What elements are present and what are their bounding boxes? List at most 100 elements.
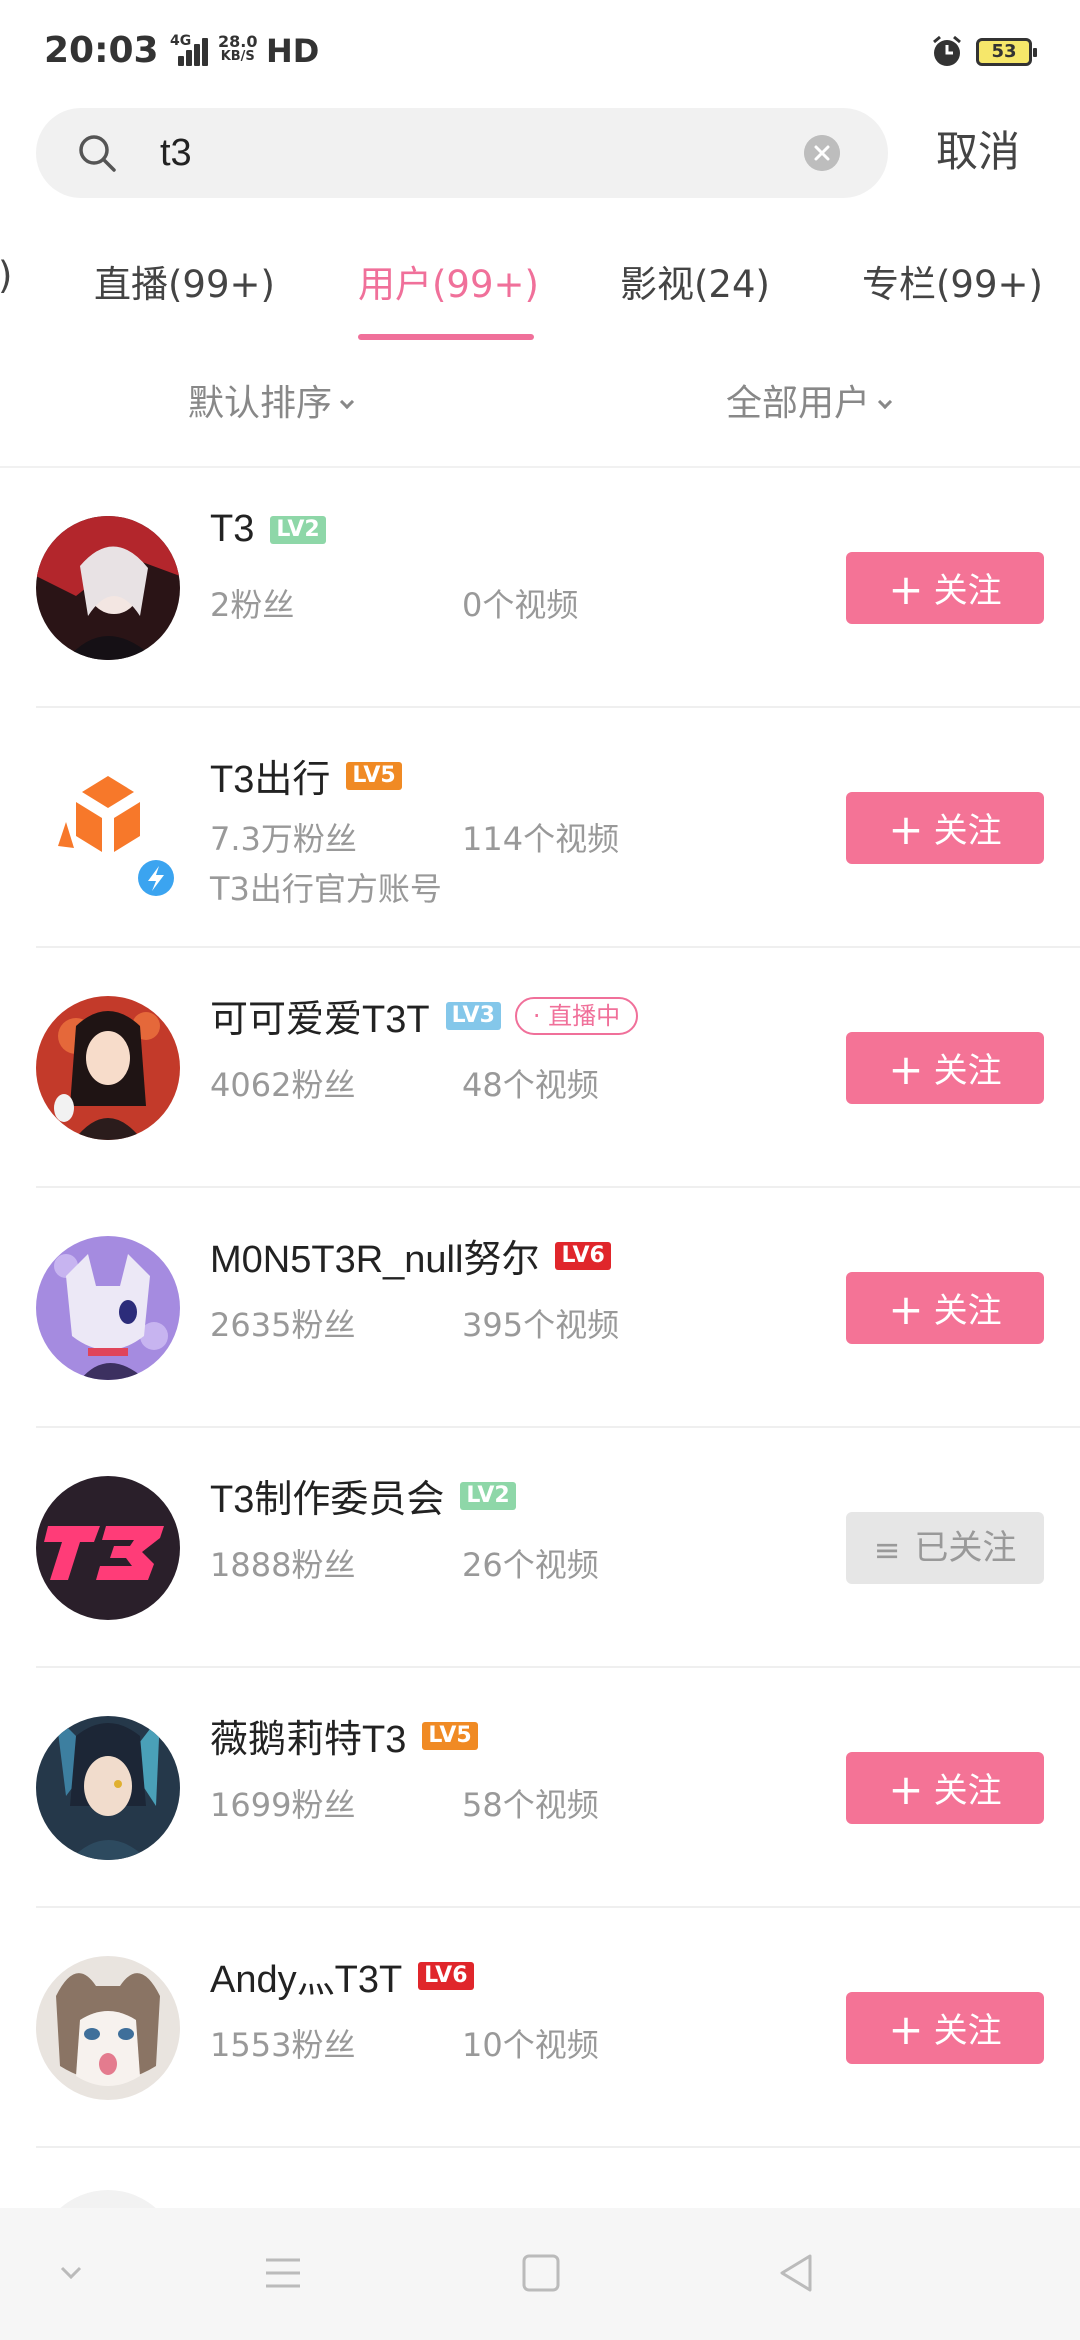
level-badge: LV5	[346, 761, 402, 790]
user-name-line: Andy灬T3T LV6	[210, 1948, 474, 2003]
avatar[interactable]	[36, 1716, 180, 1860]
username[interactable]: M0N5T3R_null努尔	[210, 1228, 539, 1283]
video-count: 0个视频	[462, 586, 579, 624]
fans-count: 1888粉丝	[210, 1546, 356, 1584]
follow-button[interactable]: + 关注	[846, 552, 1044, 624]
home-icon[interactable]	[516, 2248, 566, 2298]
level-badge: LV3	[445, 1001, 501, 1030]
follow-label: 已关注	[914, 1528, 1017, 1568]
fans-count: 1553粉丝	[210, 2026, 356, 2064]
plus-icon: +	[888, 2005, 924, 2054]
avatar[interactable]	[36, 1956, 180, 2100]
follow-label: 关注	[933, 1291, 1002, 1331]
username[interactable]: T3	[210, 508, 254, 551]
fans-count: 1699粉丝	[210, 1786, 356, 1824]
net-speed-value: 28.0	[218, 32, 258, 51]
user-type-filter[interactable]: 全部用户	[726, 374, 893, 426]
tab-movies[interactable]: 影视(24)	[620, 254, 770, 308]
fans-count: 2635粉丝	[210, 1306, 356, 1344]
status-time: 20:03	[44, 30, 159, 71]
signal-icon	[178, 34, 208, 66]
avatar[interactable]	[36, 2190, 180, 2208]
list-item[interactable]: T3 LV2 2粉丝 0个视频 + 关注	[0, 468, 1080, 708]
avatar[interactable]	[36, 516, 180, 660]
user-name-line: 可可爱爱T3T LV3 · 直播中	[210, 988, 639, 1043]
avatar[interactable]	[36, 756, 180, 900]
menu-icon: ≡	[873, 1531, 901, 1569]
search-bar[interactable]	[36, 108, 888, 198]
level-badge: LV6	[418, 1961, 474, 1990]
user-name-line: M0N5T3R_null努尔 LV6	[210, 1228, 611, 1283]
user-description: T3出行官方账号	[210, 870, 442, 908]
hd-indicator: HD	[266, 32, 320, 70]
search-icon	[79, 135, 116, 172]
alarm-icon	[933, 35, 961, 66]
video-count: 48个视频	[462, 1066, 599, 1104]
follow-button[interactable]: + 关注	[846, 1992, 1044, 2064]
plus-icon: +	[888, 1045, 924, 1094]
chevron-down-icon	[877, 394, 893, 410]
plus-icon: +	[888, 1765, 924, 1814]
follow-button[interactable]: + 关注	[846, 1032, 1044, 1104]
level-badge: LV5	[422, 1721, 478, 1750]
follow-button[interactable]: + 关注	[846, 1752, 1044, 1824]
tab-users[interactable]: 用户(99+)	[358, 254, 539, 308]
list-item[interactable]: T3制作委员会 LV2 1888粉丝 26个视频 ≡ 已关注	[0, 1428, 1080, 1668]
tab-previous[interactable]: )	[0, 254, 12, 297]
username[interactable]: 可可爱爱T3T	[210, 988, 430, 1043]
sort-filter[interactable]: 默认排序	[188, 374, 355, 426]
user-name-line: T3 LV2	[210, 508, 326, 551]
follow-button[interactable]: + 关注	[846, 792, 1044, 864]
follow-label: 关注	[933, 1051, 1002, 1091]
net-speed-unit: KB/S	[220, 49, 255, 64]
chevron-down-icon[interactable]	[46, 2248, 96, 2298]
video-count: 10个视频	[462, 2026, 599, 2064]
category-tabs: ) 直播(99+) 用户(99+) 影视(24) 专栏(99+)	[0, 240, 1080, 340]
level-badge: LV6	[555, 1241, 611, 1270]
level-badge: LV2	[270, 515, 326, 544]
fans-count: 4062粉丝	[210, 1066, 356, 1104]
avatar[interactable]	[36, 1476, 180, 1620]
chevron-down-icon	[339, 394, 355, 410]
search-input[interactable]	[160, 122, 800, 184]
user-type-filter-label: 全部用户	[726, 383, 871, 424]
plus-icon: +	[888, 565, 924, 614]
username[interactable]: 薇鹅莉特T3	[210, 1708, 406, 1763]
live-badge[interactable]: · 直播中	[514, 996, 639, 1035]
list-item[interactable]: M0N5T3R_null努尔 LV6 2635粉丝 395个视频 + 关注	[0, 1188, 1080, 1428]
username[interactable]: T3制作委员会	[210, 1468, 444, 1523]
video-count: 395个视频	[462, 1306, 620, 1344]
status-bar: 20:03 4G 28.0 KB/S HD 53	[0, 0, 1080, 100]
follow-label: 关注	[933, 1771, 1002, 1811]
system-nav-bar	[0, 2208, 1080, 2340]
followed-button[interactable]: ≡ 已关注	[846, 1512, 1044, 1584]
back-icon[interactable]	[772, 2248, 822, 2298]
list-item[interactable]: T3出行 LV5 7.3万粉丝 114个视频 T3出行官方账号 + 关注	[0, 708, 1080, 948]
plus-icon: +	[888, 805, 924, 854]
fans-count: 2粉丝	[210, 586, 295, 624]
cancel-button[interactable]: 取消	[936, 120, 1020, 184]
follow-label: 关注	[933, 2011, 1002, 2051]
list-item[interactable]: Andy灬T3T LV6 1553粉丝 10个视频 + 关注	[0, 1908, 1080, 2148]
tab-live[interactable]: 直播(99+)	[94, 254, 275, 308]
list-item[interactable]: 可可爱爱T3T LV3 · 直播中 4062粉丝 48个视频 + 关注	[0, 948, 1080, 1188]
sort-filter-label: 默认排序	[188, 383, 333, 424]
list-item[interactable]: 薇鹅莉特T3 LV5 1699粉丝 58个视频 + 关注	[0, 1668, 1080, 1908]
follow-label: 关注	[933, 811, 1002, 851]
menu-icon[interactable]	[258, 2248, 308, 2298]
username[interactable]: Andy灬T3T	[210, 1948, 402, 2003]
avatar[interactable]	[36, 996, 180, 1140]
tab-columns[interactable]: 专栏(99+)	[862, 254, 1043, 308]
clear-icon[interactable]	[804, 135, 840, 171]
plus-icon: +	[888, 1285, 924, 1334]
user-name-line: T3制作委员会 LV2	[210, 1468, 516, 1523]
battery-indicator: 53	[976, 38, 1037, 66]
follow-button[interactable]: + 关注	[846, 1272, 1044, 1344]
video-count: 58个视频	[462, 1786, 599, 1824]
avatar[interactable]	[36, 1236, 180, 1380]
level-badge: LV2	[460, 1481, 516, 1510]
follow-label: 关注	[933, 571, 1002, 611]
username[interactable]: T3出行	[210, 748, 330, 803]
list-item[interactable]	[0, 2148, 1080, 2208]
user-name-line: T3出行 LV5	[210, 748, 402, 803]
